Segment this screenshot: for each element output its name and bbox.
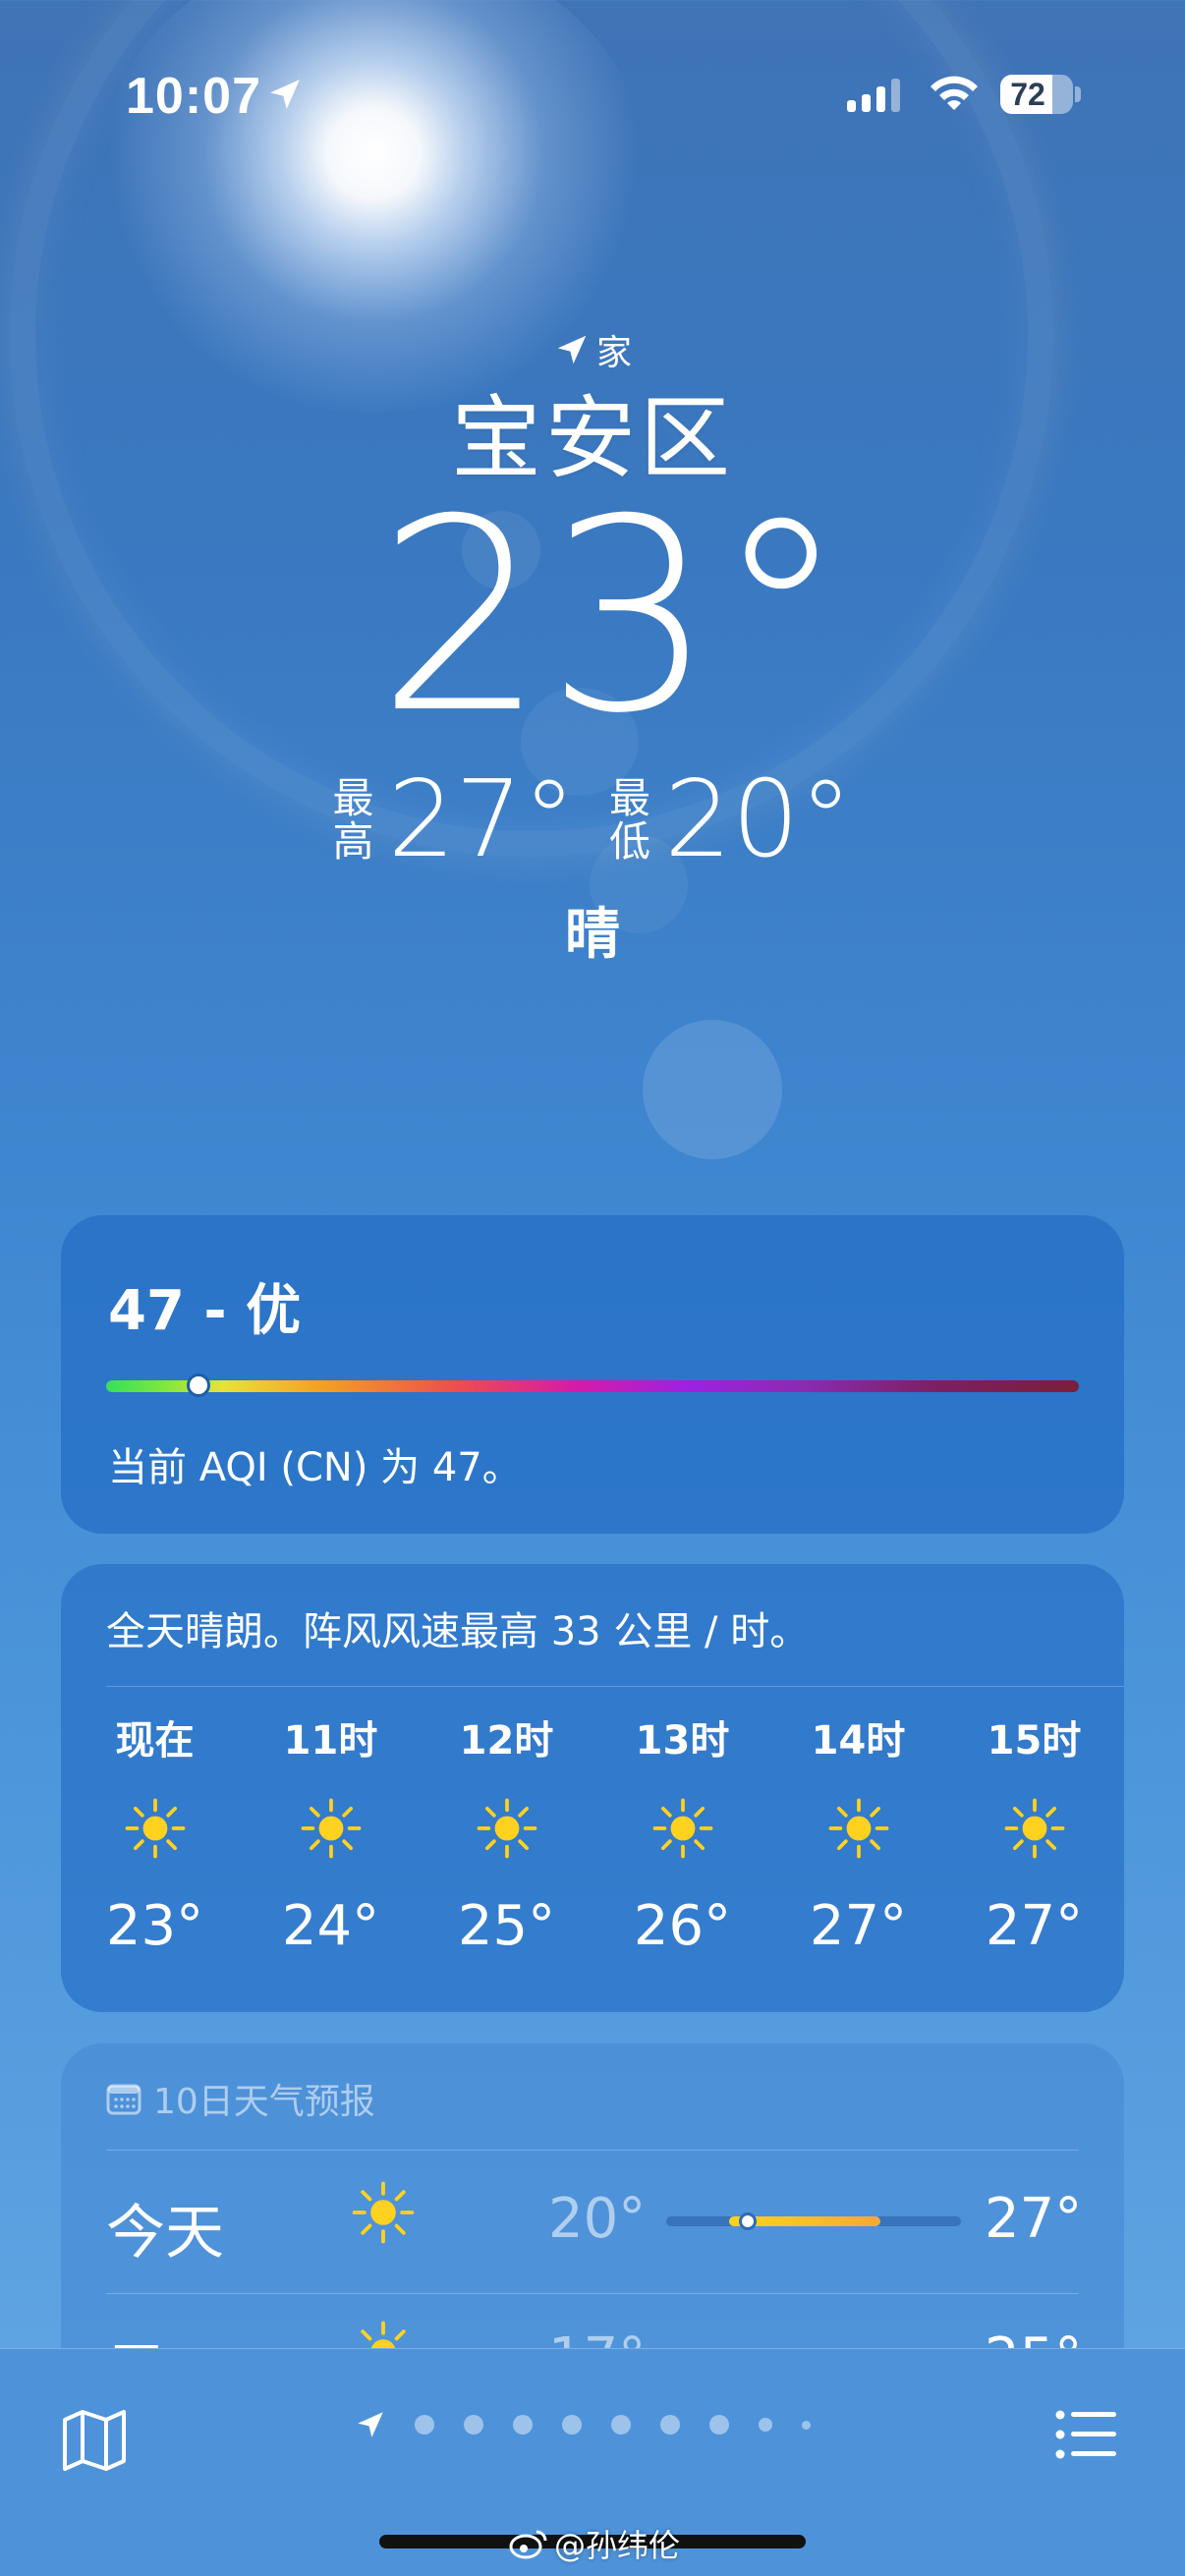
hourly-item: 15时 27° bbox=[946, 1711, 1122, 1958]
high-temp-group: 最 高 27° bbox=[333, 766, 576, 874]
divider bbox=[106, 1686, 1124, 1687]
hourly-list[interactable]: 现在 23° 11时 24° 12时 25° 13时 26° 14时 27° 1… bbox=[61, 1711, 1124, 1958]
day-high-temp: 27° bbox=[985, 2187, 1083, 2251]
watermark-text: @孙纬伦 bbox=[554, 2527, 681, 2564]
current-temperature: 23° bbox=[376, 462, 848, 771]
cellular-signal-icon bbox=[847, 79, 900, 112]
hour-label: 现在 bbox=[115, 1718, 195, 1764]
sun-icon bbox=[477, 1798, 536, 1859]
aqi-description: 当前 AQI (CN) 为 47。 bbox=[108, 1445, 522, 1490]
sun-icon bbox=[125, 1798, 185, 1859]
hour-temperature: 23° bbox=[105, 1894, 204, 1958]
hourly-forecast-card[interactable]: 全天晴朗。阵风风速最高 33 公里 / 时。 现在 23° 11时 24° 12… bbox=[61, 1564, 1124, 2012]
calendar-icon bbox=[106, 2084, 141, 2115]
weibo-icon bbox=[509, 2530, 547, 2559]
hourly-item: 14时 27° bbox=[770, 1711, 946, 1958]
low-temp-group: 最 低 20° bbox=[609, 766, 852, 874]
day-name: 今天 bbox=[106, 2199, 224, 2268]
hourly-item: 12时 25° bbox=[419, 1711, 594, 1958]
sun-icon bbox=[828, 1798, 888, 1859]
wifi-icon bbox=[931, 76, 978, 110]
hourly-item: 13时 26° bbox=[594, 1711, 770, 1958]
hour-label: 15时 bbox=[987, 1718, 1082, 1764]
low-temperature: 20° bbox=[664, 758, 853, 881]
page-dot[interactable] bbox=[415, 2415, 434, 2435]
ten-day-title: 10日天气预报 bbox=[153, 2082, 375, 2122]
page-dot[interactable] bbox=[611, 2415, 631, 2435]
lens-flare bbox=[643, 1020, 782, 1159]
hour-temperature: 27° bbox=[809, 1894, 908, 1958]
page-dot[interactable] bbox=[709, 2415, 729, 2435]
watermark: @孙纬伦 bbox=[509, 2521, 680, 2566]
aqi-indicator-dot bbox=[187, 1373, 211, 1397]
hour-temperature: 27° bbox=[985, 1894, 1084, 1958]
location-arrow-icon bbox=[557, 335, 587, 364]
high-low-temps: 最 高 27° 最 低 20° bbox=[0, 766, 1185, 874]
hour-temperature: 24° bbox=[281, 1894, 380, 1958]
day-low-temp: 20° bbox=[548, 2187, 647, 2251]
ten-day-header: 10日天气预报 bbox=[106, 2073, 375, 2124]
hour-label: 11时 bbox=[283, 1718, 378, 1764]
aqi-scale-bar bbox=[106, 1380, 1079, 1392]
sun-icon bbox=[652, 1798, 712, 1859]
hour-label: 14时 bbox=[811, 1718, 906, 1764]
battery-percentage: 72 bbox=[1010, 77, 1045, 112]
page-dot[interactable] bbox=[660, 2415, 680, 2435]
low-label: 最 低 bbox=[609, 774, 651, 866]
hour-temperature: 25° bbox=[457, 1894, 556, 1958]
high-temperature: 27° bbox=[387, 758, 576, 881]
map-icon[interactable] bbox=[61, 2408, 128, 2473]
current-temp-dot bbox=[739, 2212, 757, 2230]
day-row[interactable]: 今天 20° 27° bbox=[61, 2154, 1124, 2281]
status-time: 10:07 bbox=[126, 68, 261, 125]
battery-icon: 72 bbox=[1000, 75, 1073, 114]
weather-condition: 晴 bbox=[565, 903, 620, 967]
air-quality-card[interactable]: 47 - 优 当前 AQI (CN) 为 47。 bbox=[61, 1215, 1124, 1534]
sun-icon bbox=[301, 1798, 361, 1859]
page-dot[interactable] bbox=[562, 2415, 582, 2435]
page-dot[interactable] bbox=[464, 2415, 483, 2435]
list-icon[interactable] bbox=[1055, 2410, 1118, 2459]
hourly-item: 现在 23° bbox=[67, 1711, 243, 1958]
hour-label: 13时 bbox=[635, 1718, 730, 1764]
sun-icon bbox=[352, 2181, 415, 2244]
page-indicator[interactable] bbox=[354, 2408, 840, 2441]
hourly-summary: 全天晴朗。阵风风速最高 33 公里 / 时。 bbox=[106, 1609, 810, 1654]
hour-label: 12时 bbox=[459, 1718, 554, 1764]
hourly-item: 11时 24° bbox=[243, 1711, 419, 1958]
high-label: 最 高 bbox=[332, 774, 374, 866]
page-dot[interactable] bbox=[802, 2420, 811, 2430]
current-location-page-icon[interactable] bbox=[354, 2408, 387, 2441]
sun-icon bbox=[1004, 1798, 1064, 1859]
page-dot[interactable] bbox=[513, 2415, 533, 2435]
aqi-title: 47 - 优 bbox=[108, 1279, 302, 1343]
temperature-range-bar bbox=[666, 2212, 961, 2230]
hour-temperature: 26° bbox=[633, 1894, 732, 1958]
location-arrow-icon bbox=[270, 80, 300, 109]
page-dot[interactable] bbox=[759, 2418, 772, 2432]
divider bbox=[106, 2150, 1079, 2151]
